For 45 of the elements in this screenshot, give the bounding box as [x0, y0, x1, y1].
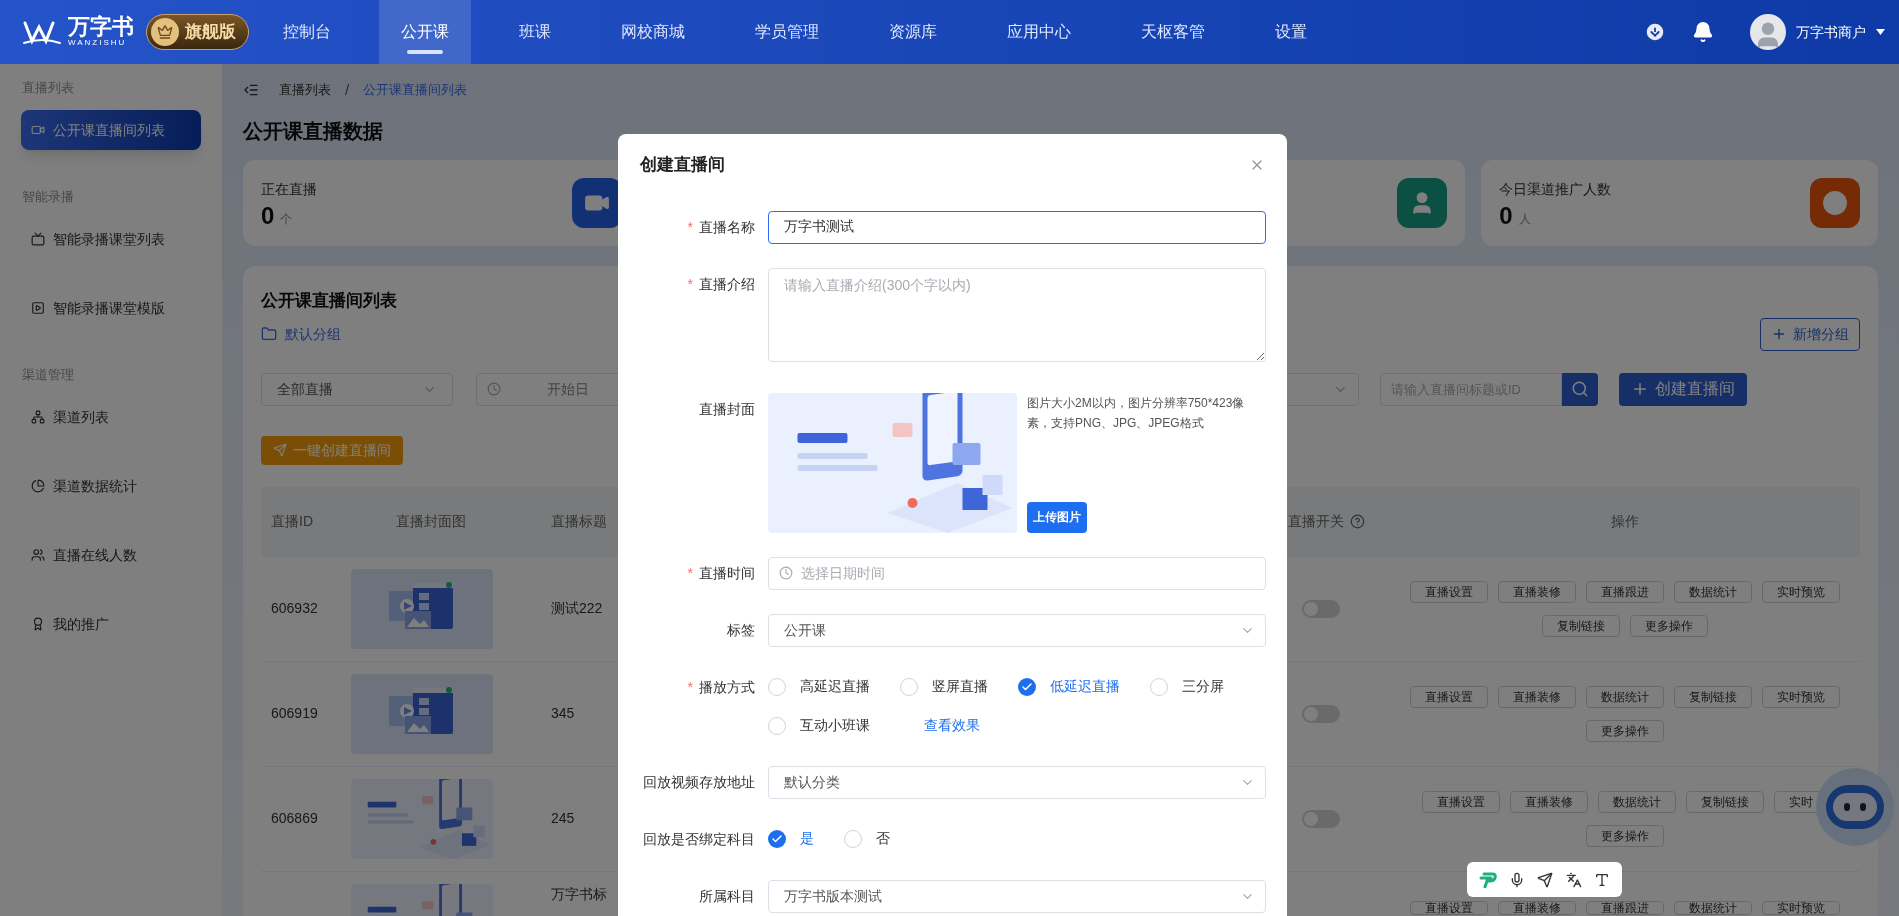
column-header: 直播封面图	[395, 512, 467, 531]
dialog-title: 创建直播间	[640, 154, 725, 176]
table-cell: 万字书标	[551, 885, 607, 902]
field-label: 直播名称	[699, 217, 755, 237]
stat-unit: 个	[280, 210, 293, 228]
field-label: 播放方式	[699, 677, 755, 697]
upload-hint: 图片大小2M以内，图片分辨率750*423像素，支持PNG、JPG、JPEG格式	[1027, 394, 1246, 432]
field-label: 回放是否绑定科目	[643, 829, 755, 849]
field-label: 直播介绍	[699, 274, 755, 294]
field-label: 直播封面	[699, 399, 755, 419]
column-header: 操作	[1610, 512, 1640, 531]
required-mark: *	[687, 217, 693, 237]
table-cell: 测试222	[551, 600, 603, 616]
stat-label: 正在直播	[261, 179, 317, 199]
select-value: 万字书版本测试	[784, 886, 882, 906]
list-title: 公开课直播间列表	[261, 290, 398, 312]
stat-value: 0	[261, 203, 275, 228]
stat-value: 0	[1499, 203, 1513, 228]
column-header: 直播开关	[1288, 512, 1344, 531]
page-title: 公开课直播数据	[243, 119, 384, 144]
field-label: 标签	[727, 620, 755, 640]
field-label: 所属科目	[699, 886, 755, 906]
column-header: 直播ID	[270, 512, 314, 531]
brand-name: 万字书	[68, 16, 134, 38]
column-header: 直播标题	[550, 512, 608, 531]
required-mark: *	[687, 677, 693, 697]
required-mark: *	[687, 274, 693, 294]
field-label: 直播时间	[699, 563, 755, 583]
required-mark: *	[687, 563, 693, 583]
field-label: 回放视频存放地址	[643, 772, 755, 792]
stat-unit: 人	[1518, 210, 1531, 228]
select-value: 默认分类	[784, 772, 840, 792]
table-cell: 245	[551, 810, 575, 826]
table-cell-text: 606869	[270, 809, 319, 828]
sidebar-group-title: 直播列表	[21, 79, 75, 98]
table-cell-text: 606932	[270, 599, 319, 618]
breadcrumb-separator: /	[345, 79, 350, 100]
table-cell: 345	[551, 705, 575, 721]
stat-label: 今日渠道推广人数	[1499, 179, 1612, 199]
table-cell-text: 606919	[270, 704, 319, 723]
select-value: 公开课	[784, 620, 826, 640]
placeholder-text: 选择日期时间	[801, 563, 885, 583]
breadcrumb-current: 公开课直播间列表	[363, 81, 468, 100]
brand-subtitle: WANZISHU	[68, 38, 128, 48]
edition-label: 旗舰版	[185, 21, 236, 44]
